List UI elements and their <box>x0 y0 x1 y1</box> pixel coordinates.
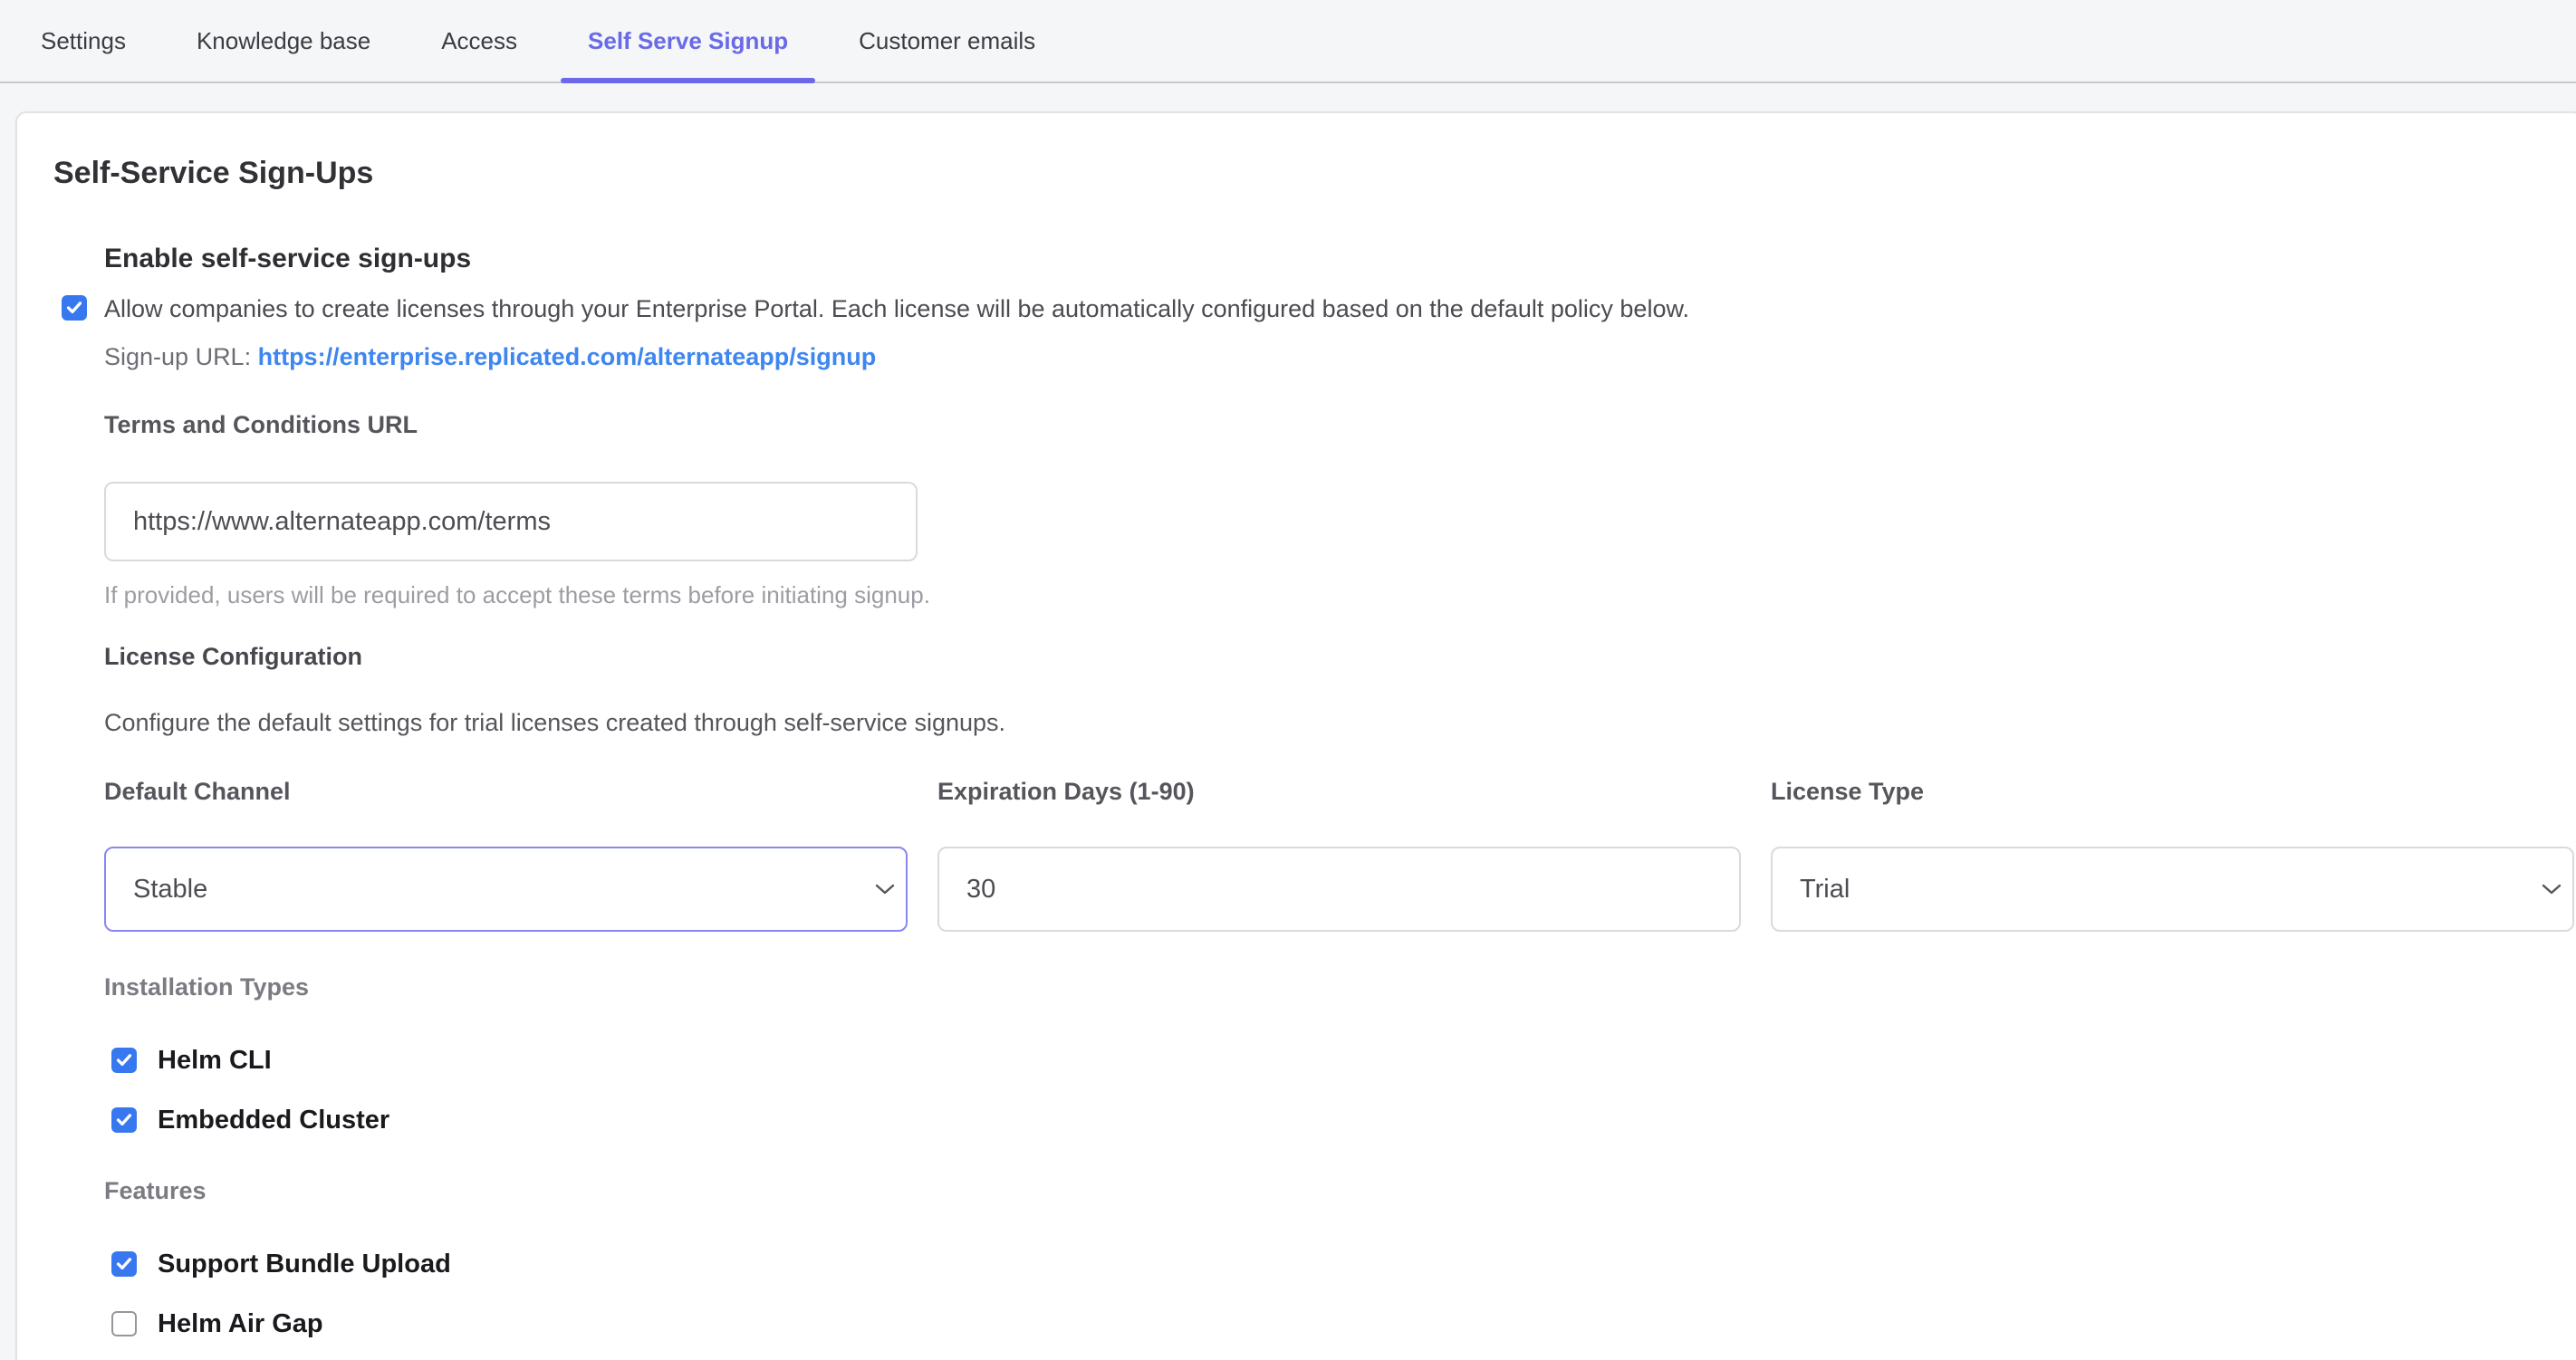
default-channel-field: Default Channel Stable <box>104 776 908 932</box>
enable-signups-heading: Enable self-service sign-ups <box>104 242 2545 276</box>
tab-bar: Settings Knowledge base Access Self Serv… <box>0 0 2576 83</box>
license-type-value: Trial <box>1800 875 1850 905</box>
tab-self-serve-signup[interactable]: Self Serve Signup <box>561 0 815 81</box>
settings-card: Self-Service Sign-Ups Enable self-servic… <box>15 111 2576 1360</box>
enable-signups-description: Allow companies to create licenses throu… <box>104 292 1689 325</box>
terms-url-input[interactable] <box>104 482 918 561</box>
license-config-description: Configure the default settings for trial… <box>104 707 2545 738</box>
helm-cli-label: Helm CLI <box>158 1045 272 1076</box>
tab-knowledge-base[interactable]: Knowledge base <box>169 0 398 81</box>
embedded-cluster-checkbox[interactable] <box>111 1107 137 1133</box>
checkbox-row-helm-air-gap[interactable]: Helm Air Gap <box>111 1308 2545 1339</box>
installation-types-heading: Installation Types <box>104 972 2545 1002</box>
enable-signups-row: Allow companies to create licenses throu… <box>62 292 2545 325</box>
check-icon <box>66 301 82 315</box>
expiration-days-input-wrap <box>937 847 1741 932</box>
expiration-days-input[interactable] <box>966 875 1712 905</box>
support-bundle-upload-label: Support Bundle Upload <box>158 1249 451 1279</box>
check-icon <box>116 1257 132 1271</box>
chevron-down-icon <box>2540 882 2563 896</box>
check-icon <box>116 1113 132 1127</box>
expiration-days-field: Expiration Days (1-90) <box>937 776 1741 932</box>
embedded-cluster-label: Embedded Cluster <box>158 1105 389 1135</box>
terms-url-label: Terms and Conditions URL <box>104 409 2545 440</box>
default-channel-select[interactable]: Stable <box>104 847 908 932</box>
signup-url-link[interactable]: https://enterprise.replicated.com/altern… <box>258 343 877 370</box>
helm-cli-checkbox[interactable] <box>111 1048 137 1073</box>
license-config-heading: License Configuration <box>104 641 2545 672</box>
license-type-field: License Type Trial <box>1771 776 2574 932</box>
checkbox-row-helm-cli[interactable]: Helm CLI <box>111 1045 2545 1076</box>
chevron-down-icon <box>873 882 897 896</box>
license-type-select[interactable]: Trial <box>1771 847 2574 932</box>
tab-customer-emails[interactable]: Customer emails <box>831 0 1062 81</box>
checkbox-row-support-bundle-upload[interactable]: Support Bundle Upload <box>111 1249 2545 1279</box>
signup-url-row: Sign-up URL: https://enterprise.replicat… <box>104 340 2545 373</box>
license-config-fields: Default Channel Stable Expiration Days (… <box>104 776 2545 932</box>
tab-access[interactable]: Access <box>414 0 544 81</box>
signup-url-label: Sign-up URL: <box>104 343 258 370</box>
support-bundle-upload-checkbox[interactable] <box>111 1251 137 1277</box>
default-channel-value: Stable <box>133 875 207 905</box>
page-title: Self-Service Sign-Ups <box>53 155 2545 191</box>
terms-url-helper: If provided, users will be required to a… <box>104 580 2545 609</box>
default-channel-label: Default Channel <box>104 776 908 807</box>
helm-air-gap-label: Helm Air Gap <box>158 1308 323 1339</box>
features-heading: Features <box>104 1175 2545 1206</box>
check-icon <box>116 1053 132 1068</box>
enable-signups-checkbox[interactable] <box>62 295 87 321</box>
tab-settings[interactable]: Settings <box>14 0 153 81</box>
checkbox-row-embedded-cluster[interactable]: Embedded Cluster <box>111 1105 2545 1135</box>
helm-air-gap-checkbox[interactable] <box>111 1311 137 1336</box>
expiration-days-label: Expiration Days (1-90) <box>937 776 1741 807</box>
license-type-label: License Type <box>1771 776 2574 807</box>
